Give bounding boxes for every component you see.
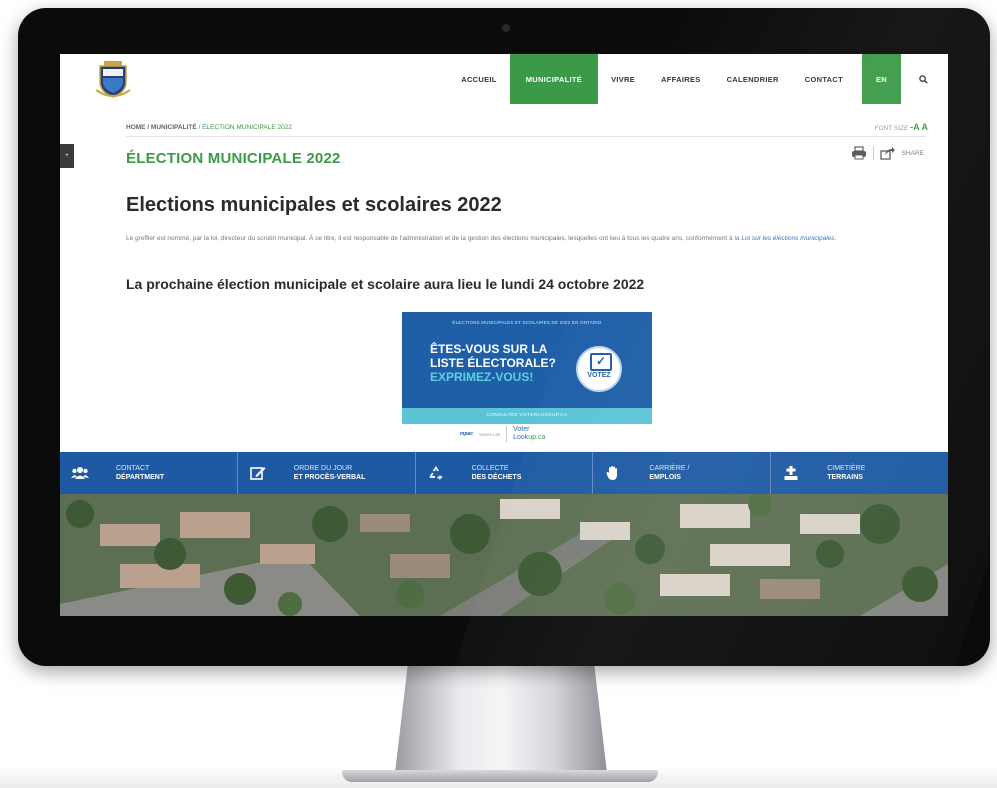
breadcrumb-municipalite[interactable]: MUNICIPALITÉ [151, 124, 197, 131]
quick-link-contact[interactable]: CONTACT DÉPARTMENT [60, 452, 238, 494]
font-size-aa[interactable]: A A [913, 122, 928, 132]
breadcrumb-home[interactable]: HOME [126, 124, 146, 131]
font-size-control: FONT SIZE -A A [875, 122, 928, 132]
content-heading: Elections municipales et scolaires 2022 [126, 194, 502, 216]
voter-lookup-banner[interactable]: ÉLECTIONS MUNICIPALES ET SCOLAIRES DE 20… [402, 312, 652, 424]
side-expand-tab[interactable]: + [60, 144, 74, 168]
edit-icon [248, 463, 268, 483]
website-screen: ACCUEIL MUNICIPALITÉ VIVRE AFFAIRES CALE… [60, 54, 948, 616]
banner-line-1: ÊTES-VOUS SUR LA [430, 342, 548, 356]
quick-link-agenda[interactable]: ORDRE DU JOUR ET PROCÈS-VERBAL [238, 452, 416, 494]
people-icon [70, 463, 90, 483]
recycle-icon [426, 463, 446, 483]
quick-link-line2: DES DÉCHETS [471, 474, 522, 481]
nav-calendrier[interactable]: CALENDRIER [714, 54, 792, 104]
search-button[interactable] [901, 54, 948, 104]
nav-municipalite[interactable]: MUNICIPALITÉ [509, 54, 599, 104]
quick-link-line2: ET PROCÈS-VERBAL [293, 474, 366, 481]
quick-link-line1: CIMETIÈRE [827, 465, 866, 472]
banner-question: ÊTES-VOUS SUR LA LISTE ÉLECTORALE? EXPRI… [430, 342, 556, 384]
nav-affaires[interactable]: AFFAIRES [648, 54, 714, 104]
voterlookup-logo-part: Voter [513, 426, 530, 433]
page-tools: SHARE [851, 146, 924, 160]
voterlookup-logo[interactable]: Voter Lookup.ca [506, 426, 545, 442]
divider [126, 136, 926, 137]
quick-link-line1: COLLECTE [471, 465, 509, 472]
share-icon[interactable] [879, 146, 896, 160]
language-toggle[interactable]: EN [861, 54, 901, 104]
quick-links-bar: CONTACT DÉPARTMENT ORDRE DU JOUR ET PROCÈS… [60, 452, 948, 494]
quick-link-line1: CONTACT [116, 465, 150, 472]
vote-badge: ✓ VOTEZ [576, 346, 622, 392]
elections-act-link[interactable]: Loi sur les élections municipales [741, 235, 834, 242]
intro-end: . [834, 235, 837, 242]
monitor-stand [395, 665, 607, 773]
quick-link-line1: ORDRE DU JOUR [293, 465, 353, 472]
ballot-check-icon: ✓ [590, 353, 612, 371]
banner-line-3: EXPRIMEZ-VOUS! [430, 370, 534, 384]
banner-line-2: LISTE ÉLECTORALE? [430, 356, 556, 370]
hero-aerial-photo [60, 494, 948, 616]
quick-link-line1: CARRIÈRE / [649, 465, 690, 472]
quick-link-cemetery[interactable]: CIMETIÈRE TERRAINS [771, 452, 948, 494]
next-election-heading: La prochaine élection municipale et scol… [126, 276, 645, 292]
intro-text: Le greffier est nommé, par la loi, direc… [126, 235, 742, 242]
voterlookup-logo-part: Look [513, 434, 529, 441]
page-title: ÉLECTION MUNICIPALE 2022 [126, 150, 341, 167]
monitor-base [342, 770, 658, 782]
breadcrumb: HOME / MUNICIPALITÉ / ÉLECTION MUNICIPAL… [126, 124, 292, 131]
township-crest-logo[interactable] [94, 60, 132, 100]
breadcrumb-current: ÉLECTION MUNICIPALE 2022 [202, 124, 292, 131]
hand-icon [603, 463, 623, 483]
partner-logo: Voters List [479, 431, 501, 437]
nav-accueil[interactable]: ACCUEIL [448, 54, 509, 104]
quick-link-waste[interactable]: COLLECTE DES DÉCHETS [416, 452, 594, 494]
cemetery-icon [781, 463, 801, 483]
search-icon [919, 74, 928, 84]
top-navigation: ACCUEIL MUNICIPALITÉ VIVRE AFFAIRES CALE… [60, 54, 948, 104]
tools-divider [872, 146, 874, 160]
quick-link-line2: TERRAINS [827, 474, 863, 481]
quick-link-line2: DÉPARTMENT [116, 474, 165, 481]
print-icon[interactable] [851, 146, 867, 160]
quick-link-careers[interactable]: CARRIÈRE / EMPLOIS [593, 452, 772, 494]
intro-paragraph: Le greffier est nommé, par la loi, direc… [126, 234, 926, 244]
banner-cta[interactable]: CONSULTEZ VOTERLOOKUP.CA [402, 408, 652, 424]
share-label[interactable]: SHARE [902, 150, 924, 157]
banner-top-text: ÉLECTIONS MUNICIPALES ET SCOLAIRES DE 20… [452, 320, 602, 325]
partner-logos: mpac Voters List Voter Lookup.ca [460, 426, 545, 442]
nav-vivre[interactable]: VIVRE [598, 54, 648, 104]
font-size-label: FONT SIZE [874, 125, 909, 132]
webcam-icon [502, 24, 510, 32]
vote-label: VOTEZ [587, 372, 611, 379]
mpac-logo: mpac [460, 431, 474, 437]
nav-contact[interactable]: CONTACT [792, 54, 856, 104]
quick-link-line2: EMPLOIS [649, 474, 681, 481]
monitor-bezel: ACCUEIL MUNICIPALITÉ VIVRE AFFAIRES CALE… [18, 8, 990, 666]
voterlookup-logo-part: up.ca [528, 434, 546, 441]
